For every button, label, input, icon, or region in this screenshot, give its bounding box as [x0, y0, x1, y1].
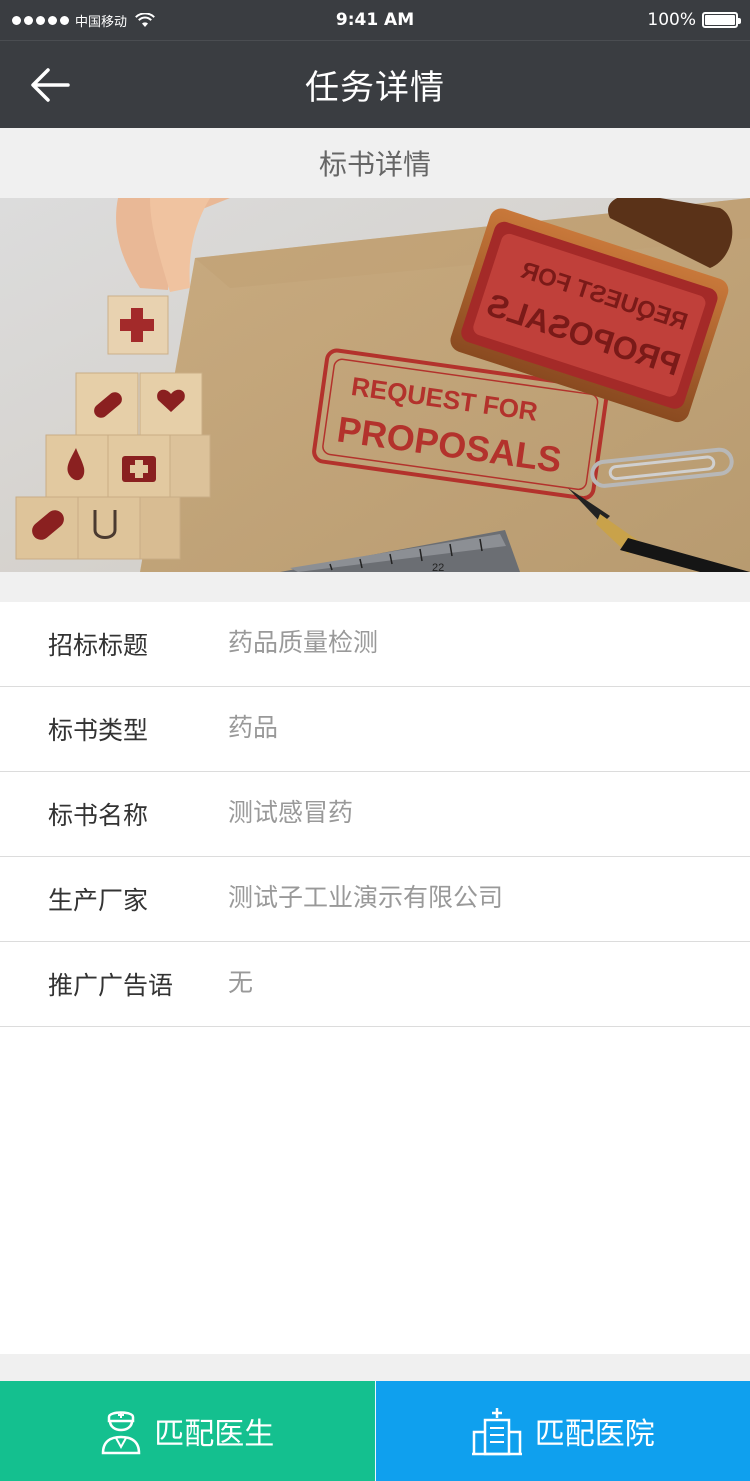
match-doctor-label: 匹配医生	[154, 1417, 275, 1452]
arrow-left-icon	[31, 68, 70, 102]
detail-value: 药品质量检测	[228, 628, 379, 657]
battery-icon	[702, 12, 741, 28]
detail-row-manufacturer: 生产厂家 测试子工业演示有限公司	[0, 857, 750, 942]
page-title: 任务详情	[305, 68, 445, 108]
nav-bar: 任务详情	[0, 40, 750, 128]
detail-label: 生产厂家	[48, 886, 149, 915]
carrier-name: 中国移动	[75, 14, 128, 30]
match-hospital-label: 匹配医院	[534, 1417, 655, 1452]
banner-image: REQUEST FOR PROPOSALS REQUEST FOR PROPOS…	[0, 198, 750, 572]
section-header: 标书详情	[0, 128, 750, 198]
detail-label: 标书类型	[48, 716, 149, 745]
back-button[interactable]	[24, 59, 76, 111]
detail-value: 测试子工业演示有限公司	[228, 883, 504, 912]
match-hospital-button[interactable]: 匹配医院	[375, 1381, 750, 1481]
detail-value: 无	[228, 968, 254, 997]
detail-label: 招标标题	[48, 631, 149, 660]
detail-row-title: 招标标题 药品质量检测	[0, 602, 750, 687]
details-list: 招标标题 药品质量检测 标书类型 药品 标书名称 测试感冒药 生产厂家 测试子工…	[0, 602, 750, 1354]
wifi-icon	[135, 12, 155, 27]
battery-percent: 100%	[647, 10, 696, 30]
bottom-action-bar: 匹配医生 匹配医院	[0, 1381, 750, 1481]
detail-label: 推广广告语	[48, 971, 174, 1000]
ruler-number: 22	[432, 562, 444, 572]
rfp-illustration: REQUEST FOR PROPOSALS REQUEST FOR PROPOS…	[0, 198, 750, 572]
detail-row-type: 标书类型 药品	[0, 687, 750, 772]
detail-value: 药品	[228, 713, 279, 742]
status-bar: 中国移动 9:41 AM 100%	[0, 0, 750, 40]
status-right: 100%	[538, 10, 741, 30]
status-left: 中国移动	[12, 11, 212, 30]
detail-label: 标书名称	[48, 801, 149, 830]
hospital-icon	[471, 1408, 522, 1456]
detail-row-name: 标书名称 测试感冒药	[0, 772, 750, 857]
detail-value: 测试感冒药	[228, 798, 354, 827]
detail-row-slogan: 推广广告语 无	[0, 942, 750, 1027]
doctor-icon	[101, 1411, 141, 1455]
match-doctor-button[interactable]: 匹配医生	[0, 1381, 376, 1481]
signal-strength-icon	[12, 15, 69, 25]
